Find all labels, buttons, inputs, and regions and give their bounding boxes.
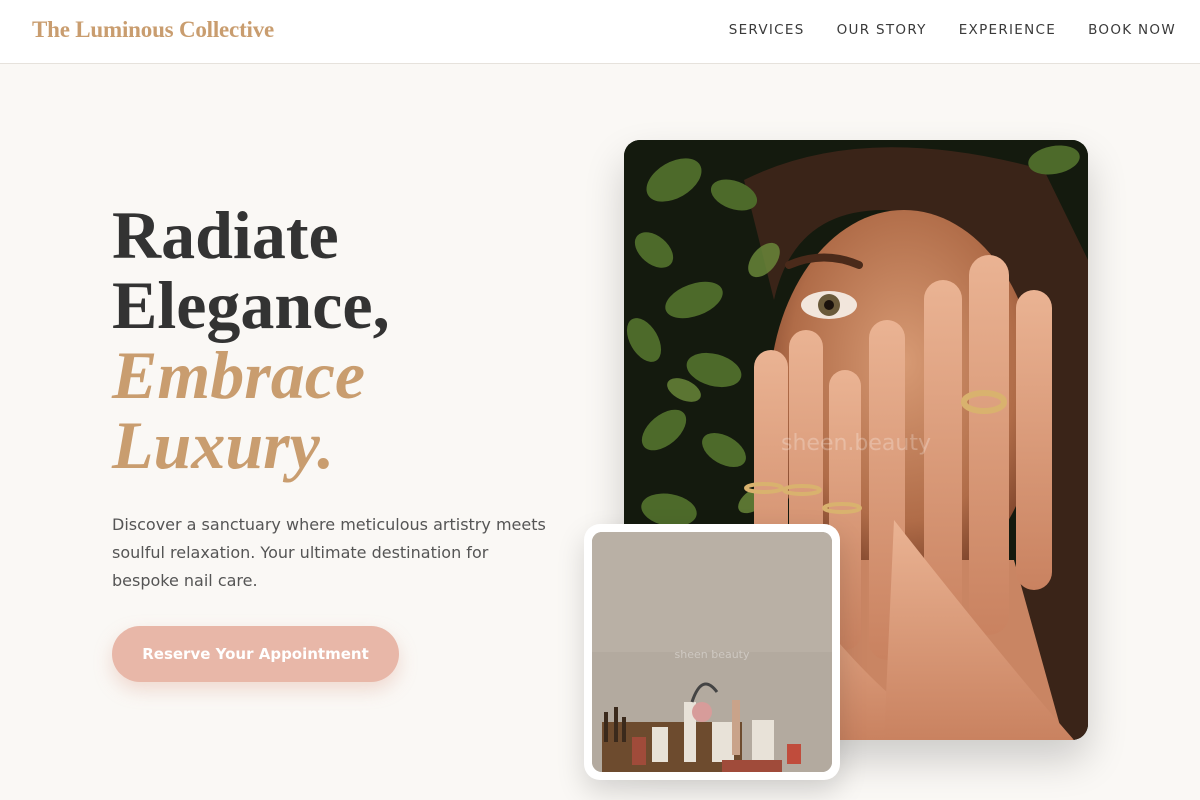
small-photo-watermark: sheen beauty (675, 648, 750, 661)
nav-link-experience[interactable]: EXPERIENCE (959, 22, 1056, 38)
hero-title-line-2: Elegance, (112, 267, 390, 343)
hero-accent-line-1: Embrace (112, 337, 366, 413)
hero-title-line-1: Radiate (112, 197, 339, 273)
main-photo-watermark: sheen.beauty (781, 431, 931, 456)
hero-description: Discover a sanctuary where meticulous ar… (112, 515, 546, 590)
nail-products-illustration: sheen beauty (592, 532, 832, 772)
brand-logo[interactable]: The Luminous Collective (32, 17, 274, 43)
hero-accent-line-2: Luxury. (112, 407, 335, 483)
nav-link-book-now[interactable]: BOOK NOW (1088, 22, 1176, 38)
nail-products-image: sheen beauty (592, 532, 832, 772)
nav-links: SERVICES OUR STORY EXPERIENCE BOOK NOW (729, 22, 1176, 38)
top-nav: The Luminous Collective SERVICES OUR STO… (0, 0, 1200, 64)
nav-link-our-story[interactable]: OUR STORY (837, 22, 927, 38)
reserve-appointment-button[interactable]: Reserve Your Appointment (112, 626, 399, 682)
nav-link-services[interactable]: SERVICES (729, 22, 805, 38)
secondary-photo-card: sheen beauty (584, 524, 840, 780)
hero-title: Radiate Elegance, Embrace Luxury. (112, 200, 390, 480)
